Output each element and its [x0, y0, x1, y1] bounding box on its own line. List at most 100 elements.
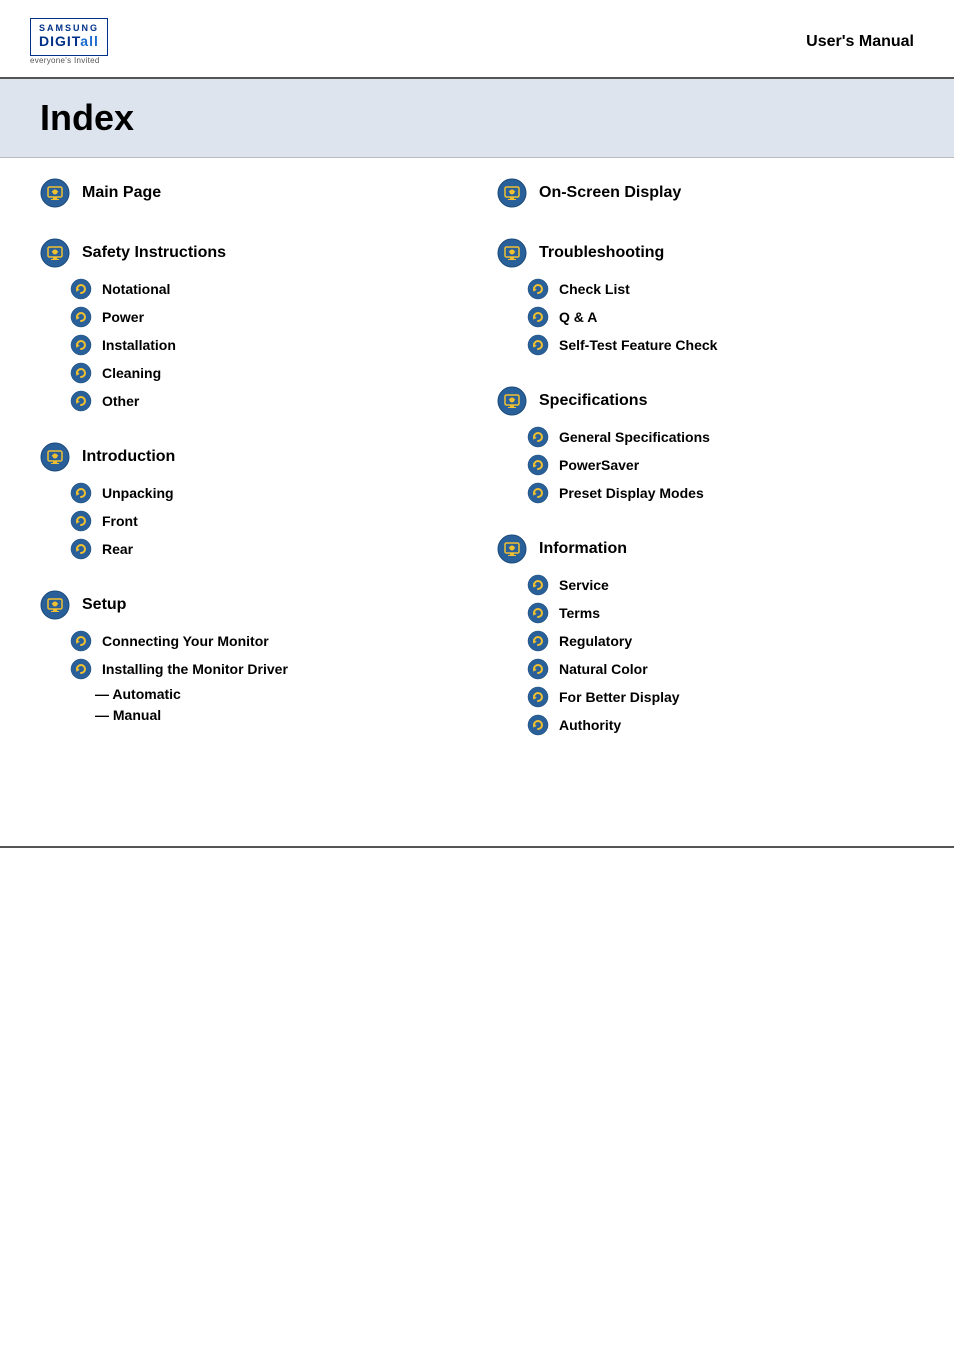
sub-item-other[interactable]: Other: [70, 390, 457, 412]
section-header-on-screen-display[interactable]: On-Screen Display: [497, 178, 914, 208]
section-label-on-screen-display: On-Screen Display: [539, 184, 681, 202]
sub-item-for-better-display[interactable]: For Better Display: [527, 686, 914, 708]
sub-icon-authority: [527, 714, 549, 736]
subsub-item-manual[interactable]: — Manual: [95, 707, 457, 723]
page-header: SAMSUNG DIGITall everyone's Invited User…: [0, 0, 954, 79]
sub-item-check-list[interactable]: Check List: [527, 278, 914, 300]
logo-area: SAMSUNG DIGITall everyone's Invited: [30, 18, 108, 65]
samsung-text: SAMSUNG: [39, 23, 99, 33]
sub-label-notational: Notational: [102, 281, 170, 297]
sub-label-cleaning: Cleaning: [102, 365, 161, 381]
sub-label-connecting-monitor: Connecting Your Monitor: [102, 633, 269, 649]
sub-label-powersaver: PowerSaver: [559, 457, 639, 473]
footer-line: [0, 846, 954, 848]
section-label-introduction: Introduction: [82, 448, 175, 466]
sub-icon-connecting-monitor: [70, 630, 92, 652]
sub-icon-cleaning: [70, 362, 92, 384]
section-information: Information Service Terms Regulatory Nat…: [497, 534, 914, 736]
sub-item-preset-display-modes[interactable]: Preset Display Modes: [527, 482, 914, 504]
main-icon-specifications: [497, 386, 527, 416]
main-icon-safety-instructions: [40, 238, 70, 268]
sub-item-natural-color[interactable]: Natural Color: [527, 658, 914, 680]
sub-icon-regulatory: [527, 630, 549, 652]
sub-item-general-specifications[interactable]: General Specifications: [527, 426, 914, 448]
digit-all: all: [80, 33, 99, 49]
sub-item-authority[interactable]: Authority: [527, 714, 914, 736]
sub-label-rear: Rear: [102, 541, 133, 557]
sub-label-for-better-display: For Better Display: [559, 689, 680, 705]
sub-icon-installation: [70, 334, 92, 356]
sub-icon-for-better-display: [527, 686, 549, 708]
subsub-item-automatic[interactable]: — Automatic: [95, 686, 457, 702]
sub-icon-terms: [527, 602, 549, 624]
sub-label-installing-driver: Installing the Monitor Driver: [102, 661, 288, 677]
sub-icon-service: [527, 574, 549, 596]
page-title: Index: [40, 97, 914, 139]
section-header-introduction[interactable]: Introduction: [40, 442, 457, 472]
digit-text: DIGITall: [39, 33, 99, 49]
sub-icon-natural-color: [527, 658, 549, 680]
sub-icon-check-list: [527, 278, 549, 300]
section-header-safety-instructions[interactable]: Safety Instructions: [40, 238, 457, 268]
section-main-page: Main Page: [40, 178, 457, 208]
sub-icon-other: [70, 390, 92, 412]
main-icon-troubleshooting: [497, 238, 527, 268]
section-label-main-page: Main Page: [82, 184, 161, 202]
sub-item-rear[interactable]: Rear: [70, 538, 457, 560]
sub-icon-rear: [70, 538, 92, 560]
section-label-setup: Setup: [82, 596, 126, 614]
sub-item-installing-driver[interactable]: Installing the Monitor Driver: [70, 658, 457, 680]
sub-label-check-list: Check List: [559, 281, 630, 297]
main-icon-introduction: [40, 442, 70, 472]
sub-item-notational[interactable]: Notational: [70, 278, 457, 300]
section-introduction: Introduction Unpacking Front Rear: [40, 442, 457, 560]
section-header-main-page[interactable]: Main Page: [40, 178, 457, 208]
sub-label-unpacking: Unpacking: [102, 485, 174, 501]
sub-item-terms[interactable]: Terms: [527, 602, 914, 624]
sub-label-other: Other: [102, 393, 139, 409]
sub-label-general-specifications: General Specifications: [559, 429, 710, 445]
subsub-label-automatic: — Automatic: [95, 686, 181, 702]
section-header-troubleshooting[interactable]: Troubleshooting: [497, 238, 914, 268]
section-header-setup[interactable]: Setup: [40, 590, 457, 620]
section-label-troubleshooting: Troubleshooting: [539, 244, 664, 262]
sub-label-preset-display-modes: Preset Display Modes: [559, 485, 704, 501]
sub-label-power: Power: [102, 309, 144, 325]
sub-icon-installing-driver: [70, 658, 92, 680]
logo-tagline: everyone's Invited: [30, 56, 100, 65]
section-header-specifications[interactable]: Specifications: [497, 386, 914, 416]
sub-item-powersaver[interactable]: PowerSaver: [527, 454, 914, 476]
sub-item-service[interactable]: Service: [527, 574, 914, 596]
index-banner: Index: [0, 79, 954, 158]
sub-item-installation[interactable]: Installation: [70, 334, 457, 356]
section-header-information[interactable]: Information: [497, 534, 914, 564]
subsub-label-manual: — Manual: [95, 707, 161, 723]
sub-item-connecting-monitor[interactable]: Connecting Your Monitor: [70, 630, 457, 652]
sub-label-natural-color: Natural Color: [559, 661, 648, 677]
sub-icon-front: [70, 510, 92, 532]
main-icon-setup: [40, 590, 70, 620]
main-icon-main-page: [40, 178, 70, 208]
sub-icon-self-test: [527, 334, 549, 356]
section-on-screen-display: On-Screen Display: [497, 178, 914, 208]
section-label-specifications: Specifications: [539, 392, 647, 410]
two-column-layout: Main Page Safety Instructions Notational…: [40, 178, 914, 766]
sub-item-regulatory[interactable]: Regulatory: [527, 630, 914, 652]
sub-item-self-test[interactable]: Self-Test Feature Check: [527, 334, 914, 356]
sub-item-front[interactable]: Front: [70, 510, 457, 532]
sub-label-front: Front: [102, 513, 138, 529]
main-content: Main Page Safety Instructions Notational…: [0, 158, 954, 806]
sub-item-unpacking[interactable]: Unpacking: [70, 482, 457, 504]
right-column: On-Screen Display Troubleshooting Check …: [497, 178, 914, 766]
sub-label-installation: Installation: [102, 337, 176, 353]
section-setup: Setup Connecting Your Monitor Installing…: [40, 590, 457, 723]
sub-item-q-and-a[interactable]: Q & A: [527, 306, 914, 328]
left-column: Main Page Safety Instructions Notational…: [40, 178, 457, 766]
samsung-logo: SAMSUNG DIGITall: [30, 18, 108, 56]
sub-item-cleaning[interactable]: Cleaning: [70, 362, 457, 384]
section-specifications: Specifications General Specifications Po…: [497, 386, 914, 504]
sub-item-power[interactable]: Power: [70, 306, 457, 328]
main-icon-on-screen-display: [497, 178, 527, 208]
section-troubleshooting: Troubleshooting Check List Q & A Self-Te…: [497, 238, 914, 356]
section-safety-instructions: Safety Instructions Notational Power Ins…: [40, 238, 457, 412]
